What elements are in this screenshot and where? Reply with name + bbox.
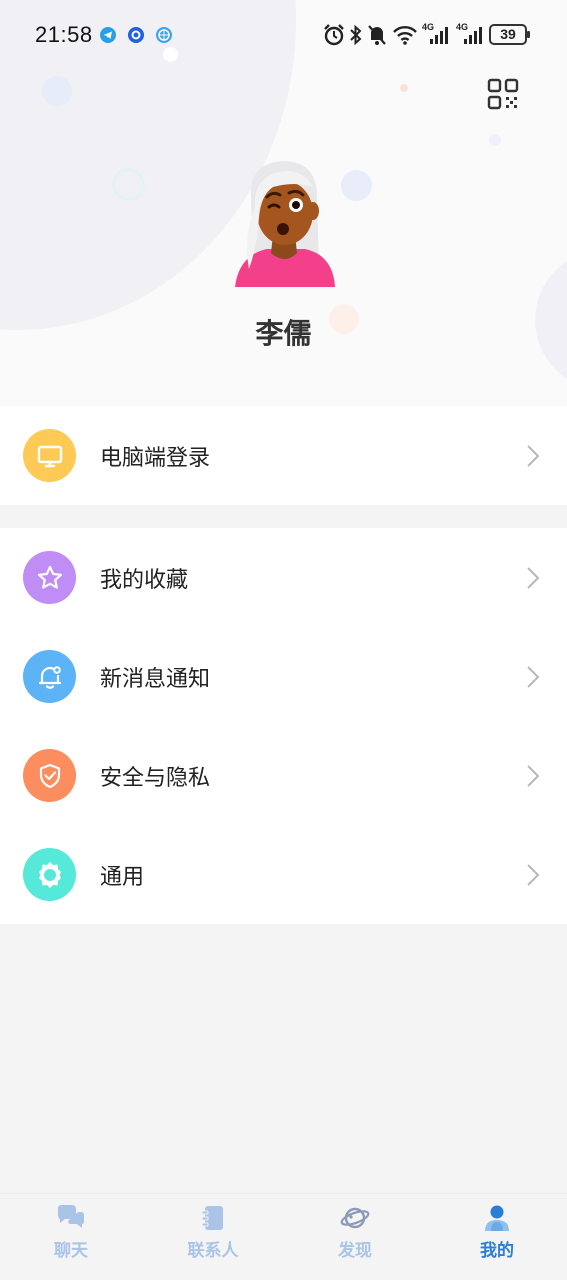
profile-header: 21:58 4G 4G 39 李儒 — [0, 0, 567, 406]
menu-group-devices: 电脑端登录 — [0, 406, 567, 505]
decorative-dot — [42, 76, 72, 106]
chat-icon — [58, 1205, 84, 1228]
menu-item-label: 电脑端登录 — [100, 445, 211, 471]
decorative-ring — [112, 168, 145, 201]
signal-icon — [464, 27, 482, 44]
menu-item-label: 我的收藏 — [100, 567, 189, 593]
profile-username: 李儒 — [255, 317, 312, 350]
chevron-right-icon — [527, 444, 540, 467]
menu-item-favorites[interactable]: 我的收藏 — [0, 528, 567, 627]
contacts-icon — [201, 1206, 223, 1230]
status-time: 21:58 — [35, 22, 93, 47]
signal-icon — [430, 27, 448, 44]
tab-label: 联系人 — [187, 1241, 239, 1261]
qr-code-icon[interactable] — [486, 77, 520, 111]
star-icon — [23, 551, 76, 604]
menu-item-label: 安全与隐私 — [100, 765, 211, 791]
avatar[interactable] — [233, 157, 337, 289]
tab-label: 发现 — [338, 1241, 372, 1261]
tab-label: 我的 — [480, 1241, 514, 1261]
bell-icon — [23, 650, 76, 703]
monitor-icon — [23, 429, 76, 482]
chevron-right-icon — [527, 665, 540, 688]
person-icon — [485, 1205, 509, 1231]
status-bar: 21:58 4G 4G 39 — [0, 0, 567, 70]
battery-indicator: 39 — [489, 24, 530, 45]
menu-item-pc-login[interactable]: 电脑端登录 — [0, 406, 567, 505]
menu-item-notifications[interactable]: 新消息通知 — [0, 627, 567, 726]
tab-me[interactable]: 我的 — [426, 1194, 567, 1280]
chevron-right-icon — [527, 764, 540, 787]
planet-icon — [340, 1207, 370, 1229]
app-notification-icon — [128, 27, 144, 43]
menu-item-general[interactable]: 通用 — [0, 825, 567, 924]
alarm-icon — [324, 24, 344, 46]
menu-item-security-privacy[interactable]: 安全与隐私 — [0, 726, 567, 825]
chevron-right-icon — [527, 863, 540, 886]
bluetooth-icon — [350, 24, 362, 46]
chevron-right-icon — [527, 566, 540, 589]
mute-icon — [368, 25, 386, 45]
gear-icon — [23, 848, 76, 901]
tab-contacts[interactable]: 联系人 — [142, 1194, 284, 1280]
menu-item-label: 通用 — [100, 864, 145, 890]
menu-group-settings: 我的收藏 新消息通知 安全与隐私 通用 — [0, 528, 567, 924]
menu-item-label: 新消息通知 — [100, 666, 211, 692]
decorative-dot — [489, 134, 501, 146]
tab-label: 聊天 — [54, 1241, 88, 1261]
tab-discover[interactable]: 发现 — [284, 1194, 426, 1280]
tab-chat[interactable]: 聊天 — [0, 1194, 142, 1280]
browser-icon — [156, 27, 172, 43]
wifi-icon — [393, 26, 417, 45]
shield-icon — [23, 749, 76, 802]
bottom-navigation: 聊天 联系人 发现 我的 — [0, 1193, 567, 1280]
decorative-dot — [341, 170, 372, 201]
telegram-icon — [100, 27, 116, 43]
decorative-dot — [400, 84, 408, 92]
